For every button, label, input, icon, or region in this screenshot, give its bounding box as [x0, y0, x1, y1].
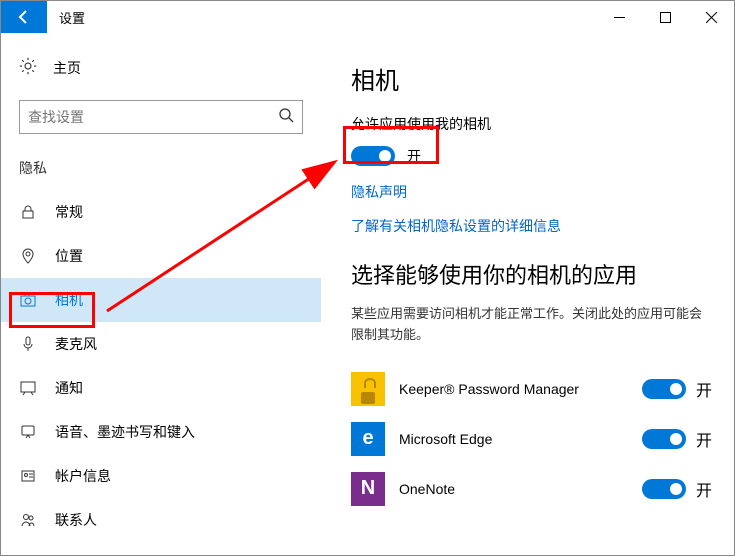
speech-icon: [19, 423, 37, 441]
section-label: 隐私: [1, 152, 321, 190]
nav-label: 相机: [55, 290, 83, 310]
nav-label: 语音、墨迹书写和键入: [55, 422, 195, 442]
page-title: 相机: [351, 61, 712, 96]
search-input[interactable]: [28, 109, 278, 125]
sidebar-item-speech[interactable]: 语音、墨迹书写和键入: [1, 410, 321, 454]
nav-label: 常规: [55, 202, 83, 222]
app-name: OneNote: [399, 481, 628, 497]
app-row: N OneNote 开: [351, 464, 712, 514]
sidebar-item-camera[interactable]: 相机: [1, 278, 321, 322]
learn-more-link[interactable]: 了解有关相机隐私设置的详细信息: [351, 216, 712, 236]
minimize-button[interactable]: [596, 1, 642, 33]
back-button[interactable]: [1, 1, 47, 33]
sidebar-item-account[interactable]: 帐户信息: [1, 454, 321, 498]
app-row: e Microsoft Edge 开: [351, 414, 712, 464]
app-icon-keeper: [351, 372, 385, 406]
home-label: 主页: [53, 58, 81, 78]
app-toggle-edge[interactable]: [642, 429, 686, 449]
app-toggle-state: 开: [696, 477, 712, 501]
app-toggle-keeper[interactable]: [642, 379, 686, 399]
app-name: Microsoft Edge: [399, 431, 628, 447]
app-icon-edge: e: [351, 422, 385, 456]
sidebar-item-general[interactable]: 常规: [1, 190, 321, 234]
gear-icon: [19, 57, 37, 78]
sidebar-item-microphone[interactable]: 麦克风: [1, 322, 321, 366]
privacy-statement-link[interactable]: 隐私声明: [351, 182, 712, 202]
notification-icon: [19, 379, 37, 397]
search-input-container[interactable]: [19, 100, 303, 134]
window-title: 设置: [47, 1, 596, 33]
sidebar-item-notifications[interactable]: 通知: [1, 366, 321, 410]
search-icon: [278, 107, 294, 128]
app-toggle-state: 开: [696, 377, 712, 401]
nav-label: 位置: [55, 246, 83, 266]
nav-label: 帐户信息: [55, 466, 111, 486]
app-name: Keeper® Password Manager: [399, 381, 628, 397]
app-toggle-onenote[interactable]: [642, 479, 686, 499]
sidebar-item-location[interactable]: 位置: [1, 234, 321, 278]
location-icon: [19, 247, 37, 265]
toggle-state-label: 开: [407, 146, 421, 166]
close-button[interactable]: [688, 1, 734, 33]
account-icon: [19, 467, 37, 485]
choose-apps-title: 选择能够使用你的相机的应用: [351, 258, 712, 290]
choose-apps-desc: 某些应用需要访问相机才能正常工作。关闭此处的应用可能会限制其功能。: [351, 304, 712, 346]
contacts-icon: [19, 511, 37, 529]
sidebar-item-contacts[interactable]: 联系人: [1, 498, 321, 542]
app-row: Keeper® Password Manager 开: [351, 364, 712, 414]
nav-label: 通知: [55, 378, 83, 398]
nav-label: 麦克风: [55, 334, 97, 354]
camera-icon: [19, 291, 37, 309]
nav-label: 联系人: [55, 510, 97, 530]
lock-icon: [19, 203, 37, 221]
microphone-icon: [19, 335, 37, 353]
allow-apps-label: 允许应用使用我的相机: [351, 114, 712, 134]
main-content: 相机 允许应用使用我的相机 开 隐私声明 了解有关相机隐私设置的详细信息 选择能…: [321, 33, 734, 555]
sidebar: 主页 隐私 常规 位置 相机 麦克风 通知 语音、墨迹书写和键入: [1, 33, 321, 555]
app-icon-onenote: N: [351, 472, 385, 506]
home-nav[interactable]: 主页: [1, 49, 321, 86]
camera-master-toggle[interactable]: [351, 146, 395, 166]
app-toggle-state: 开: [696, 427, 712, 451]
maximize-button[interactable]: [642, 1, 688, 33]
